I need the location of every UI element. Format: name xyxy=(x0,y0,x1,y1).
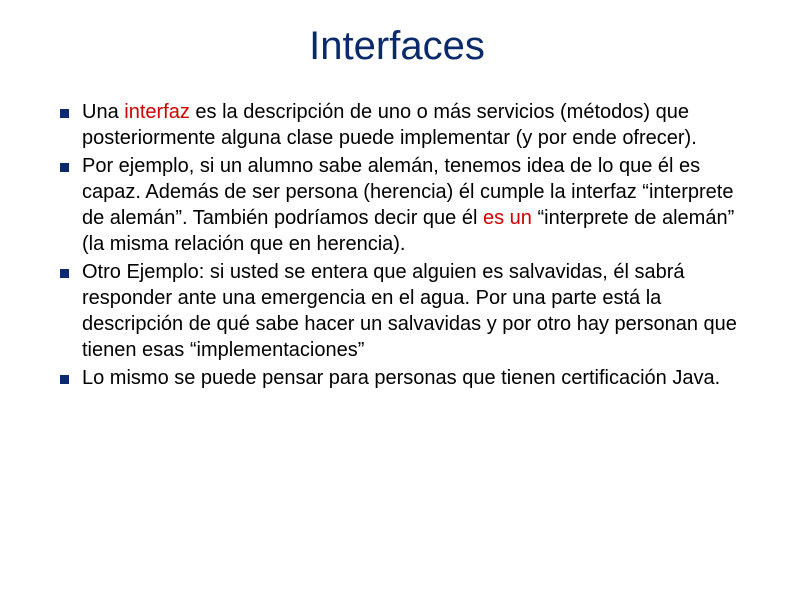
bullet-list: Una interfaz es la descripción de uno o … xyxy=(48,99,746,391)
slide-title: Interfaces xyxy=(48,24,746,69)
bullet-icon xyxy=(60,269,69,278)
bullet-text-pre: Lo mismo se puede pensar para personas q… xyxy=(82,367,720,389)
bullet-icon xyxy=(60,109,69,118)
bullet-text-highlight: es un xyxy=(483,207,532,229)
list-item: Por ejemplo, si un alumno sabe alemán, t… xyxy=(60,153,746,257)
list-item: Otro Ejemplo: si usted se entera que alg… xyxy=(60,259,746,363)
bullet-text-pre: Una xyxy=(82,101,124,123)
bullet-icon xyxy=(60,163,69,172)
list-item: Lo mismo se puede pensar para personas q… xyxy=(60,365,746,391)
bullet-text-pre: Otro Ejemplo: si usted se entera que alg… xyxy=(82,261,737,361)
bullet-icon xyxy=(60,375,69,384)
slide: Interfaces Una interfaz es la descripció… xyxy=(0,0,794,595)
list-item: Una interfaz es la descripción de uno o … xyxy=(60,99,746,151)
bullet-text-highlight: interfaz xyxy=(124,101,190,123)
